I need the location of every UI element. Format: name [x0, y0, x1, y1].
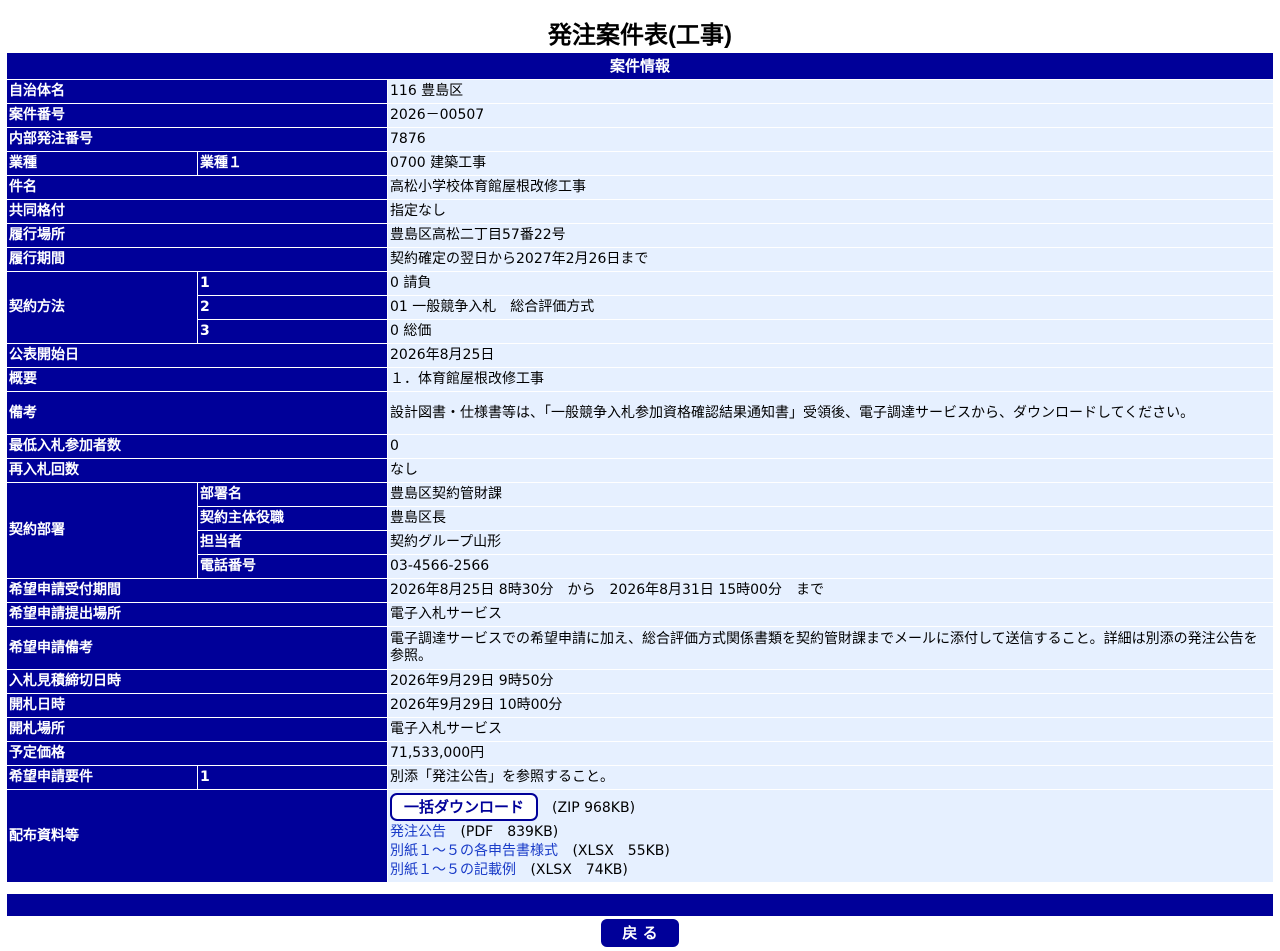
value-hoho-1: 0 請負	[388, 272, 1274, 296]
value-kikan: 契約確定の翌日から2027年2月26日まで	[388, 248, 1274, 272]
bulk-download-size: (ZIP 968KB)	[552, 800, 636, 816]
value-busho-yakushoku: 豊島区長	[388, 507, 1274, 531]
sublabel-busho-yakushoku: 契約主体役職	[198, 507, 388, 531]
bulk-download-button[interactable]: 一括ダウンロード	[390, 793, 539, 821]
back-button[interactable]: 戻 る	[601, 919, 679, 947]
label-kenmei: 件名	[7, 176, 388, 200]
label-saitei: 最低入札参加者数	[7, 435, 388, 459]
label-kibo-basho: 希望申請提出場所	[7, 603, 388, 627]
label-yotei: 予定価格	[7, 742, 388, 766]
label-gyoshu: 業種	[7, 152, 198, 176]
label-basho: 履行場所	[7, 224, 388, 248]
label-gaiyo: 概要	[7, 368, 388, 392]
value-kaisatsu-basho: 電子入札サービス	[388, 718, 1274, 742]
value-kibo-yoken: 別添「発注公告」を参照すること。	[388, 766, 1274, 790]
label-jichitai: 自治体名	[7, 80, 388, 104]
value-kibo-biko: 電子調達サービスでの希望申請に加え、総合評価方式関係書類を契約管財課までメールに…	[388, 627, 1274, 670]
value-hoho-3: 0 総価	[388, 320, 1274, 344]
label-kaisatsu-basho: 開札場所	[7, 718, 388, 742]
value-gyoshu: 0700 建築工事	[388, 152, 1274, 176]
sublabel-busho-tanto: 担当者	[198, 531, 388, 555]
doc-link-shinkokusho-yoshiki[interactable]: 別紙１～５の各申告書様式	[390, 843, 558, 859]
value-gaiyo: １．体育館屋根改修工事	[388, 368, 1274, 392]
sublabel-hoho-3: 3	[198, 320, 388, 344]
sublabel-busho-name: 部署名	[198, 483, 388, 507]
label-haifu: 配布資料等	[7, 790, 388, 883]
doc-link-hatchu-kokoku[interactable]: 発注公告	[390, 824, 446, 840]
value-hoho-2: 01 一般競争入札 総合評価方式	[388, 296, 1274, 320]
section-title: 案件情報	[7, 53, 1274, 80]
label-anken-no: 案件番号	[7, 104, 388, 128]
case-info-table: 案件情報 自治体名 116 豊島区 案件番号 2026－00507 内部発注番号…	[7, 53, 1274, 883]
label-shimekiri: 入札見積締切日時	[7, 670, 388, 694]
doc-link-kisai-rei[interactable]: 別紙１～５の記載例	[390, 862, 516, 878]
doc-item: 別紙１～５の各申告書様式 (XLSX 55KB)	[390, 842, 1271, 861]
sublabel-busho-tel: 電話番号	[198, 555, 388, 579]
value-biko: 設計図書・仕様書等は、「一般競争入札参加資格確認結果通知書」受領後、電子調達サー…	[388, 392, 1274, 435]
doc-size: (XLSX 74KB)	[530, 862, 628, 878]
value-jichitai: 116 豊島区	[388, 80, 1274, 104]
doc-size: (XLSX 55KB)	[572, 843, 670, 859]
value-busho-tel: 03-4566-2566	[388, 555, 1274, 579]
value-anken-no: 2026－00507	[388, 104, 1274, 128]
value-sainyusatsu: なし	[388, 459, 1274, 483]
sublabel-hoho-1: 1	[198, 272, 388, 296]
label-kibo-biko: 希望申請備考	[7, 627, 388, 670]
label-kyodo: 共同格付	[7, 200, 388, 224]
doc-size: (PDF 839KB)	[460, 824, 559, 840]
label-naibu-no: 内部発注番号	[7, 128, 388, 152]
sublabel-kibo-yoken: 1	[198, 766, 388, 790]
footer-bar	[7, 894, 1273, 916]
haifu-docs: 一括ダウンロード (ZIP 968KB) 発注公告 (PDF 839KB) 別紙１…	[388, 790, 1274, 883]
label-kibo-yoken: 希望申請要件	[7, 766, 198, 790]
value-saitei: 0	[388, 435, 1274, 459]
value-busho-name: 豊島区契約管財課	[388, 483, 1274, 507]
value-naibu-no: 7876	[388, 128, 1274, 152]
value-yotei: 71,533,000円	[388, 742, 1274, 766]
value-busho-tanto: 契約グループ山形	[388, 531, 1274, 555]
value-kohyo: 2026年8月25日	[388, 344, 1274, 368]
sublabel-hoho-2: 2	[198, 296, 388, 320]
value-shimekiri: 2026年9月29日 9時50分	[388, 670, 1274, 694]
label-kohyo: 公表開始日	[7, 344, 388, 368]
doc-item: 発注公告 (PDF 839KB)	[390, 823, 1271, 842]
label-sainyusatsu: 再入札回数	[7, 459, 388, 483]
label-kaisatsu: 開札日時	[7, 694, 388, 718]
label-busho: 契約部署	[7, 483, 198, 579]
doc-item: 別紙１～５の記載例 (XLSX 74KB)	[390, 861, 1271, 880]
value-kibo-basho: 電子入札サービス	[388, 603, 1274, 627]
value-kaisatsu: 2026年9月29日 10時00分	[388, 694, 1274, 718]
label-kibo-kikan: 希望申請受付期間	[7, 579, 388, 603]
value-kenmei: 高松小学校体育館屋根改修工事	[388, 176, 1274, 200]
value-basho: 豊島区高松二丁目57番22号	[388, 224, 1274, 248]
label-kikan: 履行期間	[7, 248, 388, 272]
label-biko: 備考	[7, 392, 388, 435]
sublabel-gyoshu: 業種１	[198, 152, 388, 176]
value-kyodo: 指定なし	[388, 200, 1274, 224]
page-title: 発注案件表(工事)	[548, 22, 732, 49]
value-kibo-kikan: 2026年8月25日 8時30分 から 2026年8月31日 15時00分 まで	[388, 579, 1274, 603]
label-hoho: 契約方法	[7, 272, 198, 344]
